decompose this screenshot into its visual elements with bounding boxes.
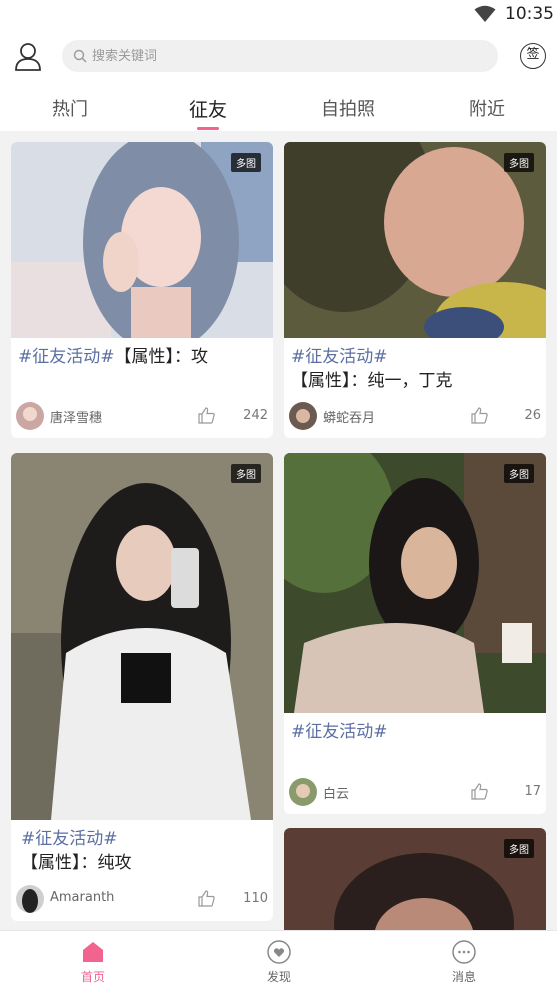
tab-nearby[interactable]: 附近 (437, 95, 537, 121)
avatar[interactable] (289, 778, 317, 806)
like-count: 110 (243, 891, 268, 906)
thumbs-up-icon (471, 783, 488, 800)
post-text: 【属性】：纯攻 (21, 853, 132, 873)
checkin-button[interactable]: 签 (520, 43, 546, 69)
author-name[interactable]: 蟒蛇吞月 (323, 407, 375, 426)
post-text: 【属性】：攻 (114, 347, 209, 367)
author-name[interactable]: 唐泽雪穗 (50, 407, 102, 426)
like-button[interactable]: 110 (198, 889, 268, 909)
nav-label: 首页 (80, 970, 105, 984)
post-title: #征友活动#【属性】：攻 (18, 345, 268, 369)
nav-messages[interactable]: 消息 (424, 939, 504, 989)
post-author-row: 唐泽雪穗 242 (16, 402, 268, 430)
nav-label: 消息 (451, 970, 476, 984)
post-tag[interactable]: #征友活动# (291, 720, 541, 744)
message-icon (452, 940, 476, 964)
like-button[interactable]: 17 (471, 782, 541, 802)
post-card[interactable]: 多图 #征友活动#【属性】：攻 唐泽雪穗 242 (11, 142, 273, 438)
tab-friends[interactable]: 征友 (158, 95, 258, 122)
thumbs-up-icon (198, 407, 215, 424)
category-tabs: 热门 征友 自拍照 附近 (0, 93, 557, 131)
thumbs-up-icon (471, 407, 488, 424)
avatar[interactable] (16, 885, 44, 913)
post-photo[interactable] (11, 453, 273, 820)
post-tag[interactable]: #征友活动# (21, 827, 271, 851)
bottom-navigation: 首页 发现 消息 (0, 930, 557, 991)
post-author-row: 蟒蛇吞月 26 (289, 402, 541, 430)
post-author-row: Amaranth 110 (16, 885, 268, 913)
tab-selfie[interactable]: 自拍照 (298, 95, 398, 121)
like-button[interactable]: 242 (198, 406, 268, 426)
search-bar[interactable] (62, 40, 498, 72)
nav-discover[interactable]: 发现 (239, 939, 319, 989)
post-title: #征友活动# (291, 720, 541, 744)
nav-label: 发现 (266, 970, 291, 984)
avatar[interactable] (16, 402, 44, 430)
post-tag[interactable]: #征友活动# (291, 345, 541, 369)
status-bar: 10:35 (0, 0, 557, 30)
post-photo[interactable] (284, 142, 546, 338)
post-tag[interactable]: #征友活动# (18, 347, 115, 367)
post-title: #征友活动# 【属性】：纯一，丁克 (291, 345, 541, 393)
like-count: 242 (243, 408, 268, 423)
post-author-row: 白云 17 (289, 778, 541, 806)
tab-hot[interactable]: 热门 (20, 95, 120, 121)
home-icon (83, 942, 103, 962)
top-header: 签 热门 征友 自拍照 附近 (0, 30, 557, 131)
like-button[interactable]: 26 (471, 406, 541, 426)
profile-icon[interactable] (14, 42, 42, 72)
nav-home[interactable]: 首页 (53, 939, 133, 989)
author-name[interactable]: Amaranth (50, 890, 114, 905)
like-count: 26 (524, 408, 541, 423)
active-tab-indicator (197, 127, 219, 130)
post-text: 【属性】：纯一，丁克 (291, 371, 453, 391)
post-photo[interactable] (284, 453, 546, 713)
wifi-icon (474, 5, 496, 22)
avatar[interactable] (289, 402, 317, 430)
post-card[interactable]: 多图 #征友活动# 白云 17 (284, 453, 546, 814)
like-count: 17 (524, 784, 541, 799)
thumbs-up-icon (198, 890, 215, 907)
post-card[interactable]: 多图 (284, 828, 546, 930)
post-card[interactable]: 多图 #征友活动# 【属性】：纯一，丁克 蟒蛇吞月 26 (284, 142, 546, 438)
search-icon (73, 49, 87, 63)
post-photo[interactable] (284, 828, 546, 930)
discover-icon (267, 940, 291, 964)
status-time: 10:35 (505, 4, 554, 24)
post-photo[interactable] (11, 142, 273, 338)
post-title: #征友活动# 【属性】：纯攻 (21, 827, 271, 875)
author-name[interactable]: 白云 (323, 783, 349, 802)
search-input[interactable] (92, 40, 487, 72)
post-card[interactable]: 多图 #征友活动# 【属性】：纯攻 Amaranth 110 (11, 453, 273, 921)
